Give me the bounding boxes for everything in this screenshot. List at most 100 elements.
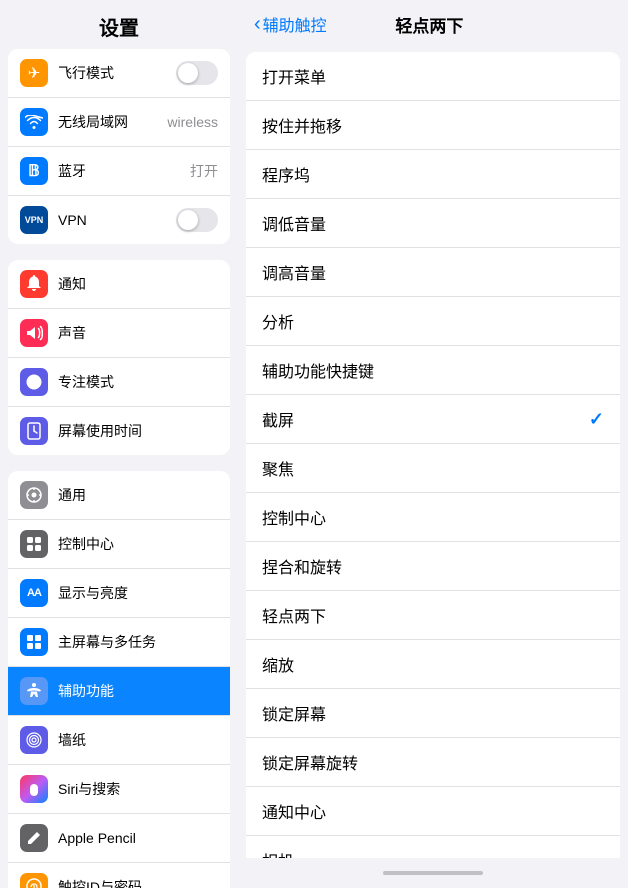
sidebar-label-notification: 通知 [58,274,218,294]
focus-icon [20,368,48,396]
right-item-zoom[interactable]: 缩放 [246,640,620,689]
right-header: ‹ 辅助触控 轻点两下 [238,0,628,44]
sidebar-item-notification[interactable]: 通知 [8,260,230,309]
notification-icon [20,270,48,298]
right-item-label-double-tap: 轻点两下 [262,603,604,627]
sidebar-item-controlcenter[interactable]: 控制中心 [8,520,230,569]
right-item-pinch-rotate[interactable]: 捏合和旋转 [246,542,620,591]
right-item-label-press-drag: 按住并拖移 [262,113,604,137]
sidebar-item-touchid[interactable]: 触控ID与密码 [8,863,230,888]
right-item-screenshot[interactable]: 程序坞 [246,150,620,199]
right-item-open-menu[interactable]: 打开菜单 [246,52,620,101]
accessibility-icon [20,677,48,705]
bottom-bar [238,858,628,888]
wallpaper-icon [20,726,48,754]
touchid-icon [20,873,48,888]
right-panel-title: 轻点两下 [395,12,463,37]
right-item-label-accessibility-shortcut: 辅助功能快捷键 [262,358,604,382]
right-panel: ‹ 辅助触控 轻点两下 打开菜单按住并拖移程序坞调低音量调高音量分析辅助功能快捷… [238,0,628,888]
right-item-label-focus: 聚焦 [262,456,604,480]
sidebar-label-accessibility: 辅助功能 [58,681,218,701]
home-indicator [383,871,483,875]
bluetooth-icon: 𝔹 [20,157,48,185]
right-item-label-notification-center: 通知中心 [262,799,604,823]
right-item-label-open-menu: 打开菜单 [262,64,604,88]
sidebar-item-siri[interactable]: Siri与搜索 [8,765,230,814]
right-item-analyze[interactable]: 分析 [246,297,620,346]
sidebar-label-sound: 声音 [58,323,218,343]
sidebar-group-main: 通用 控制中心 AA 显示与亮度 [8,471,230,888]
home-icon [20,628,48,656]
general-icon [20,481,48,509]
sidebar-label-wallpaper: 墙纸 [58,730,218,750]
right-item-control-center[interactable]: 控制中心 [246,493,620,542]
sidebar-item-pencil[interactable]: Apple Pencil [8,814,230,863]
wifi-value: wireless [167,114,218,130]
bluetooth-value: 打开 [190,161,218,181]
sidebar-item-bluetooth[interactable]: 𝔹 蓝牙 打开 [8,147,230,196]
right-item-screenshot2[interactable]: 截屏✓ [246,395,620,444]
sidebar-label-display: 显示与亮度 [58,583,218,603]
right-item-label-lock-rotate: 锁定屏幕旋转 [262,750,604,774]
right-item-lock-rotate[interactable]: 锁定屏幕旋转 [246,738,620,787]
right-item-double-tap[interactable]: 轻点两下 [246,591,620,640]
wifi-icon [20,108,48,136]
sidebar-item-general[interactable]: 通用 [8,471,230,520]
sidebar-label-general: 通用 [58,485,218,505]
sidebar-title: 设置 [0,0,238,49]
right-item-camera[interactable]: 相机 [246,836,620,858]
sidebar-label-screentime: 屏幕使用时间 [58,421,218,441]
sidebar-item-airplane[interactable]: ✈ 飞行模式 [8,49,230,98]
siri-icon [20,775,48,803]
sidebar-item-display[interactable]: AA 显示与亮度 [8,569,230,618]
sidebar-item-focus[interactable]: 专注模式 [8,358,230,407]
right-items-group: 打开菜单按住并拖移程序坞调低音量调高音量分析辅助功能快捷键截屏✓聚焦控制中心捏合… [246,52,620,858]
sidebar-label-airplane: 飞行模式 [58,63,176,83]
sidebar-label-touchid: 触控ID与密码 [58,877,218,888]
airplane-toggle[interactable] [176,61,218,85]
right-item-label-screenshot: 程序坞 [262,162,604,186]
sidebar-label-home: 主屏幕与多任务 [58,632,218,652]
sidebar-item-screentime[interactable]: 屏幕使用时间 [8,407,230,455]
right-item-label-pinch-rotate: 捏合和旋转 [262,554,604,578]
right-item-vol-down[interactable]: 调低音量 [246,199,620,248]
controlcenter-icon [20,530,48,558]
right-item-label-vol-up: 调高音量 [262,260,604,284]
right-item-label-screenshot2: 截屏 [262,407,589,431]
right-item-press-drag[interactable]: 按住并拖移 [246,101,620,150]
vpn-toggle[interactable] [176,208,218,232]
sidebar-label-pencil: Apple Pencil [58,830,218,846]
vpn-icon: VPN [20,206,48,234]
sidebar-item-sound[interactable]: 声音 [8,309,230,358]
right-item-label-analyze: 分析 [262,309,604,333]
sidebar-item-wifi[interactable]: 无线局域网 wireless [8,98,230,147]
back-label: 辅助触控 [263,12,327,36]
back-button[interactable]: ‹ 辅助触控 [254,12,327,36]
sidebar-item-home[interactable]: 主屏幕与多任务 [8,618,230,667]
checkmark-icon-screenshot2: ✓ [589,409,604,430]
right-item-notification-center[interactable]: 通知中心 [246,787,620,836]
sidebar-label-controlcenter: 控制中心 [58,534,218,554]
back-chevron-icon: ‹ [254,13,261,36]
sidebar-label-wifi: 无线局域网 [58,112,167,132]
right-item-lock-screen[interactable]: 锁定屏幕 [246,689,620,738]
sound-icon [20,319,48,347]
right-list: 打开菜单按住并拖移程序坞调低音量调高音量分析辅助功能快捷键截屏✓聚焦控制中心捏合… [238,44,628,858]
right-item-label-vol-down: 调低音量 [262,211,604,235]
right-item-focus[interactable]: 聚焦 [246,444,620,493]
sidebar-label-siri: Siri与搜索 [58,779,218,799]
airplane-icon: ✈ [20,59,48,87]
sidebar-item-vpn[interactable]: VPN VPN [8,196,230,244]
right-item-label-camera: 相机 [262,848,604,858]
sidebar-label-vpn: VPN [58,212,176,228]
right-item-vol-up[interactable]: 调高音量 [246,248,620,297]
screentime-icon [20,417,48,445]
sidebar-label-focus: 专注模式 [58,372,218,392]
right-item-label-control-center: 控制中心 [262,505,604,529]
right-item-accessibility-shortcut[interactable]: 辅助功能快捷键 [246,346,620,395]
sidebar-item-accessibility[interactable]: 辅助功能 [8,667,230,716]
display-icon: AA [20,579,48,607]
sidebar-item-wallpaper[interactable]: 墙纸 [8,716,230,765]
sidebar-group-notifications: 通知 声音 专注模式 [8,260,230,455]
sidebar-label-bluetooth: 蓝牙 [58,161,190,181]
